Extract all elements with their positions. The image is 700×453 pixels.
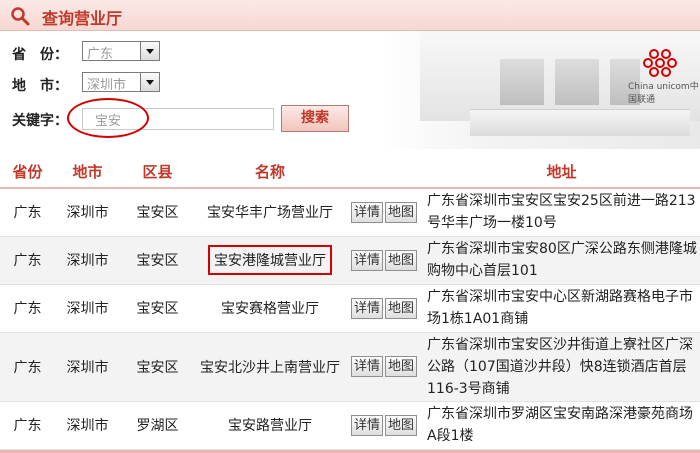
chevron-down-icon[interactable] [140,42,159,60]
details-button[interactable]: 详情 [350,249,383,271]
map-button[interactable]: 地图 [385,297,418,319]
column-header-city: 地市 [55,155,120,189]
cell-address: 广东省深圳市罗湖区宝安南路深港豪苑商场A段1楼 [423,401,700,450]
cell-actions: 详情 地图 [345,401,423,450]
cell-actions: 详情 地图 [345,236,423,285]
table-row: 广东 深圳市 宝安区 宝安港隆城营业厅 详情 地图 广东省深圳市宝安80区广深公路… [0,236,700,285]
search-button[interactable]: 搜索 [281,105,349,132]
cell-province: 广东 [0,236,55,285]
cell-district: 宝安区 [120,188,195,237]
cell-name: 宝安路营业厅 [195,401,345,450]
city-value: 深圳市 [87,78,127,93]
store-photo: China unicom中国联通 [380,31,700,149]
city-label: 地 市： [12,78,68,94]
cell-district: 宝安区 [120,236,195,285]
details-button[interactable]: 详情 [350,201,383,223]
cell-name: 宝安赛格营业厅 [195,284,345,333]
table-row: 广东 深圳市 宝安区 宝安北沙井上南营业厅 详情 地图 广东省深圳市宝安区沙井街道… [0,332,700,402]
cell-province: 广东 [0,401,55,450]
column-header-actions [345,155,423,189]
table-header-row: 省份 地市 区县 名称 地址 [0,155,700,189]
column-header-address: 地址 [423,155,700,189]
brand-text: China unicom中国联通 [628,82,699,105]
cell-district: 宝安区 [120,284,195,333]
keyword-label: 关键字： [12,113,68,129]
cell-address: 广东省深圳市宝安区宝安25区前进一路213号华丰广场一楼10号 [423,188,700,237]
table-row: 广东 深圳市 宝安区 宝安赛格营业厅 详情 地图 广东省深圳市宝安中心区新湖路赛格… [0,284,700,333]
column-header-province: 省份 [0,155,55,189]
page-title: 查询营业厅 [42,9,123,28]
table-row: 广东 深圳市 宝安区 宝安华丰广场营业厅 详情 地图 广东省深圳市宝安区宝安25区… [0,188,700,237]
cell-actions: 详情 地图 [345,188,423,237]
city-select[interactable]: 深圳市 [82,72,160,93]
cell-city: 深圳市 [55,284,120,333]
highlighted-name: 宝安港隆城营业厅 [208,245,332,275]
cell-district: 宝安区 [120,332,195,402]
page-header: 查询营业厅 [0,0,700,31]
cell-city: 深圳市 [55,188,120,237]
map-button[interactable]: 地图 [385,414,418,436]
province-select[interactable]: 广东 [82,41,160,62]
province-label: 省 份： [12,47,68,63]
keyword-highlight [67,98,149,138]
column-header-district: 区县 [120,155,195,189]
cell-actions: 详情 地图 [345,284,423,333]
cell-address: 广东省深圳市宝安80区广深公路东侧港隆城购物中心首层101 [423,236,700,285]
map-button[interactable]: 地图 [385,356,418,377]
province-value: 广东 [87,47,114,62]
cell-address: 广东省深圳市宝安中心区新湖路赛格电子市场1栋1A01商铺 [423,284,700,333]
cell-city: 深圳市 [55,332,120,402]
cell-city: 深圳市 [55,401,120,450]
cell-city: 深圳市 [55,236,120,285]
search-form: China unicom中国联通 省 份： 广东 地 市： 深圳市 关键字： 搜… [0,31,700,149]
cell-actions: 详情 地图 [345,332,423,402]
cell-address: 广东省深圳市宝安区沙井街道上寮社区广深公路（107国道沙井段）快8连锁酒店首层1… [423,332,700,402]
search-icon [11,7,30,26]
cell-province: 广东 [0,188,55,237]
cell-province: 广东 [0,284,55,333]
cell-name: 宝安华丰广场营业厅 [195,188,345,237]
details-button[interactable]: 详情 [350,297,383,319]
cell-district: 罗湖区 [120,401,195,450]
chevron-down-icon[interactable] [140,73,159,91]
results-table: 省份 地市 区县 名称 地址 广东 深圳市 宝安区 宝安华丰广场营业厅 详情 地图… [0,155,700,450]
table-row: 广东 深圳市 罗湖区 宝安路营业厅 详情 地图 广东省深圳市罗湖区宝安南路深港豪苑… [0,401,700,450]
details-button[interactable]: 详情 [350,414,383,436]
map-button[interactable]: 地图 [385,201,418,223]
cell-name: 宝安港隆城营业厅 [195,236,345,285]
china-unicom-logo [643,49,677,77]
cell-province: 广东 [0,332,55,402]
column-header-name: 名称 [195,155,345,189]
map-button[interactable]: 地图 [385,249,418,271]
cell-name: 宝安北沙井上南营业厅 [195,332,345,402]
details-button[interactable]: 详情 [350,356,383,377]
